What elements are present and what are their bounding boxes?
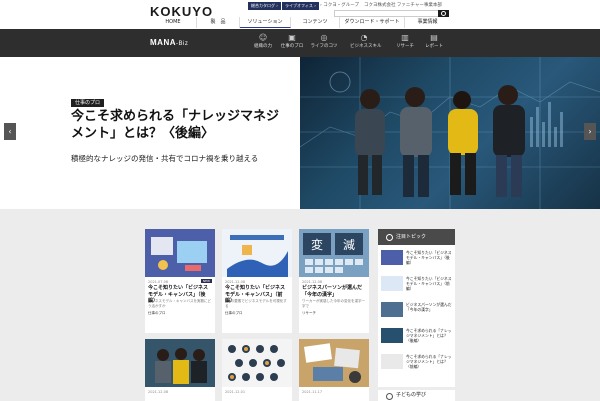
carousel-prev-button[interactable]: ‹ <box>4 123 16 140</box>
category-report[interactable]: ▤ レポート <box>420 33 448 50</box>
thumbnail-illustration <box>155 348 207 384</box>
article-date: 2021.12.01 <box>225 390 246 394</box>
category-label: 仕事のプロ <box>280 44 304 49</box>
hero-carousel: 仕事のプロ 今こそ求められる「ナレッジマネジメント」とは？〈後編〉 積極的なナレ… <box>0 57 600 209</box>
article-card[interactable]: 2021.12.08 <box>145 339 215 401</box>
hero-illustration <box>300 57 600 209</box>
topic-title: 今こそ知りたい「ビジネスモデル・キャンバス」（後編） <box>406 250 452 265</box>
article-thumbnail: 変減 <box>299 229 369 277</box>
topic-thumbnail <box>381 354 403 369</box>
people-icon: ☺ <box>258 33 268 42</box>
article-description: ワーカーが実感した今年の変化を漢字一字で <box>302 299 365 308</box>
briefcase-icon: ▣ <box>288 33 296 42</box>
svg-text:減: 減 <box>343 237 355 252</box>
bars-icon: ▥ <box>401 33 409 42</box>
hero-image[interactable] <box>300 57 600 209</box>
article-description: 9つの要素でビジネスモデルを可視化する <box>225 299 287 308</box>
nav-solutions[interactable]: ソリューション <box>240 17 291 28</box>
article-thumbnail <box>222 229 292 277</box>
nav-download-support[interactable]: ダウンロード・サポート <box>340 17 405 28</box>
mana-biz-suffix: -Biz <box>176 41 189 47</box>
category-label: リサーチ <box>396 44 414 49</box>
topic-thumbnail <box>381 302 403 317</box>
article-card[interactable]: 2021.12.08 今こそ知りたい「ビジネスモデル・キャンバス」（前編） 9つ… <box>222 229 292 333</box>
category-label: レポート <box>425 44 443 49</box>
catalog-link[interactable]: 総合カタログ › <box>248 2 281 10</box>
article-description: ビジネスモデル・キャンバスを実務にどう活かすか <box>148 299 211 308</box>
category-label: ライフのコツ <box>310 44 338 49</box>
thumbnail-illustration <box>227 235 288 277</box>
category-work-pro[interactable]: ▣ 仕事のプロ <box>278 33 306 50</box>
nav-business-info[interactable]: 事業情報 <box>405 17 450 28</box>
topic-thumbnail <box>381 328 403 343</box>
topic-title: 今こそ知りたい「ビジネスモデル・キャンバス」（前編） <box>406 276 452 291</box>
article-card[interactable]: 2021.12.01 <box>222 339 292 401</box>
article-thumbnail <box>299 339 369 387</box>
featured-topic-item[interactable]: ビジネスパーソンが選んだ「今年の漢字」 <box>381 302 453 321</box>
article-category[interactable]: 仕事のプロ <box>225 311 243 316</box>
svg-text:変: 変 <box>311 237 323 252</box>
article-date: 2021.11.17 <box>302 390 323 394</box>
article-thumbnail <box>145 339 215 387</box>
article-card[interactable]: 2021.07.08 NEW 今こそ知りたい「ビジネスモデル・キャンバス」（後編… <box>145 229 215 333</box>
nav-contents[interactable]: コンテンツ <box>291 17 340 28</box>
topic-title: ビジネスパーソンが選んだ「今年の漢字」 <box>406 302 452 312</box>
topic-thumbnail <box>381 250 403 265</box>
thumbnail-illustration <box>151 237 207 271</box>
nav-products[interactable]: 製 品 <box>197 17 240 28</box>
company-link[interactable]: コクヨ株式会社 ファニチャー事業本部 <box>364 2 442 10</box>
report-icon: ▤ <box>430 33 438 42</box>
featured-topics-panel: 注目トピック 今こそ知りたい「ビジネスモデル・キャンバス」（後編） 今こそ知りた… <box>378 229 455 387</box>
article-date: 2021.12.08 <box>148 390 169 394</box>
category-label: 組織の力 <box>254 44 272 49</box>
search-icon[interactable] <box>438 10 449 17</box>
category-label: ビジネススキル <box>350 44 382 49</box>
featured-topic-item[interactable]: 今こそ求められる「ナレッジマネジメント」とは？〈前編〉 <box>381 354 453 373</box>
article-title[interactable]: ビジネスパーソンが選んだ「今年の漢字」 <box>302 285 366 298</box>
article-thumbnail <box>222 339 292 387</box>
featured-topic-item[interactable]: 今こそ知りたい「ビジネスモデル・キャンバス」（後編） <box>381 250 453 269</box>
lifebuoy-icon: ◎ <box>320 33 328 42</box>
topic-title: 今こそ求められる「ナレッジマネジメント」とは？〈前編〉 <box>406 354 452 369</box>
nav-home[interactable]: HOME <box>150 17 197 28</box>
article-category[interactable]: 仕事のプロ <box>148 311 166 316</box>
mana-biz-brand: MANA <box>150 38 176 47</box>
article-card[interactable]: 変減 2021.12.08 ビジネスパーソンが選んだ「今年の漢字」 ワーカーが実… <box>299 229 369 333</box>
topic-title: 今こそ求められる「ナレッジマネジメント」とは？〈後編〉 <box>406 328 452 343</box>
group-link[interactable]: › コクヨ・グループ <box>320 2 359 10</box>
category-research[interactable]: ▥ リサーチ <box>391 33 419 50</box>
article-date: 2021.07.08 <box>148 280 169 284</box>
featured-topic-item[interactable]: 今こそ知りたい「ビジネスモデル・キャンバス」（前編） <box>381 276 453 295</box>
article-thumbnail <box>145 229 215 277</box>
article-category[interactable]: リサーチ <box>302 311 316 316</box>
hero-title[interactable]: 今こそ求められる「ナレッジマネジメント」とは？〈後編〉 <box>71 108 291 142</box>
chart-icon: ◔ <box>360 33 368 42</box>
hero-subtitle: 積極的なナレッジの発信・共有でコロナ禍を乗り越える <box>71 154 259 163</box>
category-nav: MANA-Biz ☺ 組織の力 ▣ 仕事のプロ ◎ ライフのコツ ◔ ビジネススキル ▥… <box>0 29 600 57</box>
thumbnail-illustration: 変減 <box>303 233 363 273</box>
new-badge: NEW <box>200 279 212 283</box>
carousel-next-button[interactable]: › <box>584 123 596 140</box>
article-date: 2021.12.08 <box>225 280 246 284</box>
featured-topic-item[interactable]: 今こそ求められる「ナレッジマネジメント」とは？〈後編〉 <box>381 328 453 347</box>
category-organization[interactable]: ☺ 組織の力 <box>249 33 277 50</box>
topic-thumbnail <box>381 276 403 291</box>
hero-category-badge[interactable]: 仕事のプロ <box>71 99 105 107</box>
category-life-tips[interactable]: ◎ ライフのコツ <box>310 33 338 50</box>
global-nav: HOME 製 品 ソリューション コンテンツ ダウンロード・サポート 事業情報 <box>150 17 450 28</box>
article-date: 2021.12.08 <box>302 280 323 284</box>
category-business-skill[interactable]: ◔ ビジネススキル <box>350 33 382 50</box>
site-header: KOKUYO 総合カタログ › ライブオフィス › › コクヨ・グループ コクヨ… <box>0 0 600 29</box>
featured-topics-heading: 注目トピック <box>378 229 455 245</box>
thumbnail-illustration <box>228 345 285 381</box>
article-card[interactable]: 2021.11.17 <box>299 339 369 401</box>
mana-biz-logo[interactable]: MANA-Biz <box>150 38 188 47</box>
live-office-link[interactable]: ライブオフィス › <box>282 2 319 10</box>
search-input[interactable] <box>334 10 449 17</box>
thumbnail-illustration <box>304 343 361 383</box>
kids-learning-heading[interactable]: 子どもの学び <box>378 390 455 401</box>
